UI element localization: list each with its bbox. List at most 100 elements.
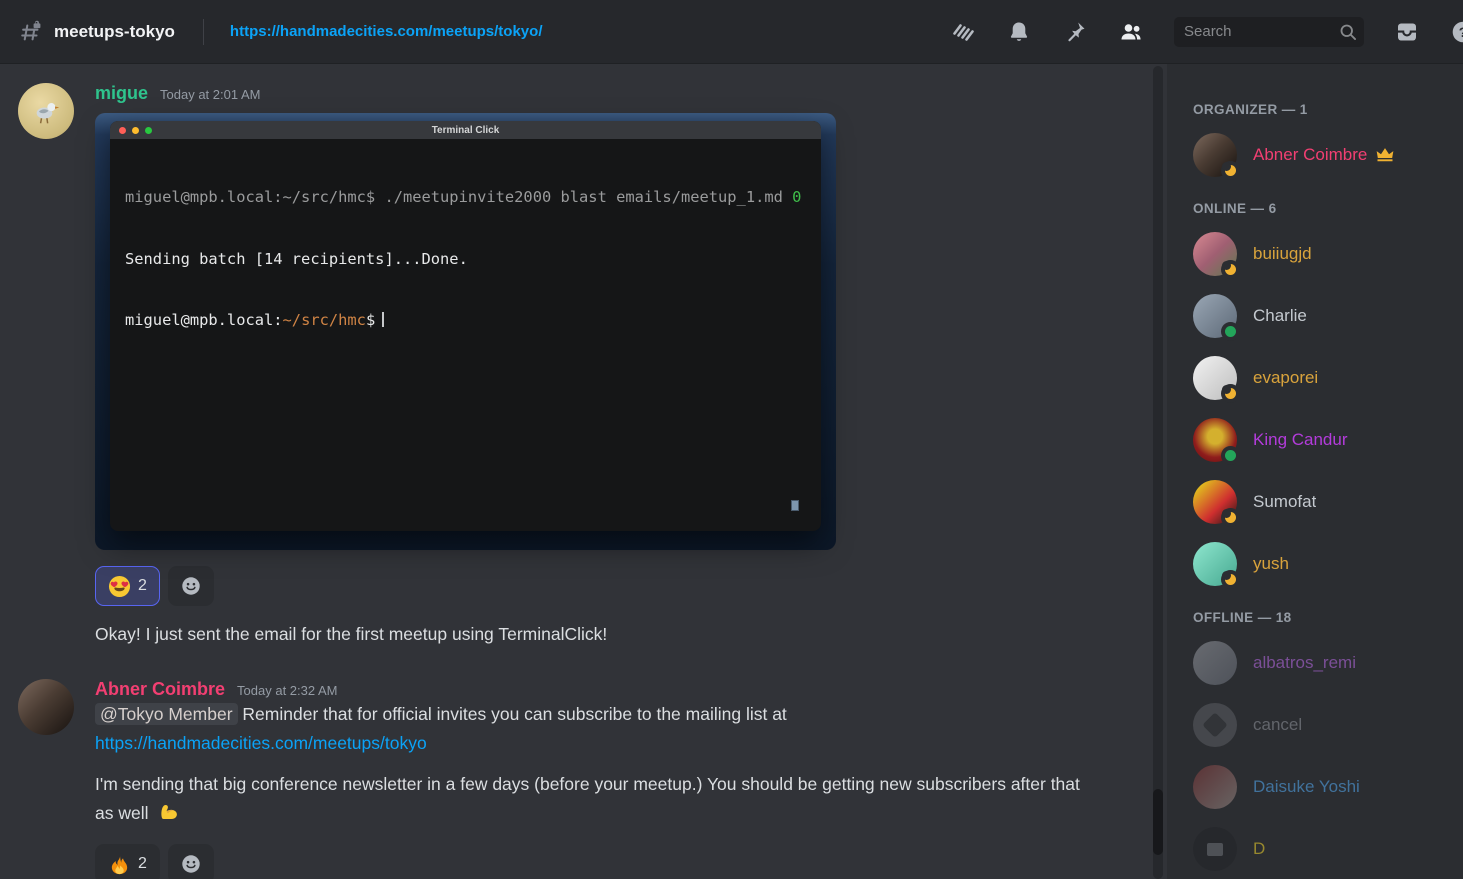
- member-name: evaporei: [1253, 368, 1318, 388]
- terminal-titlebar: Terminal Click: [110, 121, 821, 139]
- member-avatar: [1193, 133, 1237, 177]
- author-name[interactable]: Abner Coimbre: [95, 679, 225, 700]
- chat-scrollbar-thumb[interactable]: [1153, 789, 1163, 855]
- status-online-badge: [1221, 446, 1240, 465]
- channel-name: meetups-tokyo: [54, 22, 175, 42]
- terminal-window: Terminal Click miguel@mpb.local:~/src/hm…: [110, 121, 821, 531]
- member-avatar: [1193, 356, 1237, 400]
- author-name[interactable]: migue: [95, 83, 148, 104]
- member-name: Charlie: [1253, 306, 1307, 326]
- message-text: Okay! I just sent the email for the firs…: [95, 620, 1095, 649]
- terminal-title: Terminal Click: [110, 125, 821, 136]
- robot-logo: [1207, 843, 1223, 856]
- member-row[interactable]: Charlie: [1193, 294, 1455, 338]
- svg-text:?: ?: [1459, 23, 1463, 39]
- member-group-header: OFFLINE — 18: [1193, 610, 1455, 625]
- member-avatar: [1193, 827, 1237, 871]
- member-name: Daisuke Yoshi: [1253, 777, 1360, 797]
- member-row[interactable]: buiiugjd: [1193, 232, 1455, 276]
- member-name: King Candur: [1253, 430, 1348, 450]
- terminal-screenshot-attachment[interactable]: Terminal Click miguel@mpb.local:~/src/hm…: [95, 113, 836, 550]
- member-group: OFFLINE — 18 albatros_remicancel Daisuke Y…: [1193, 610, 1455, 871]
- member-avatar: [1193, 765, 1237, 809]
- member-name: buiiugjd: [1253, 244, 1312, 264]
- terminal-resize-grip: [791, 500, 799, 511]
- status-idle-badge: [1221, 384, 1240, 403]
- member-row[interactable]: King Candur: [1193, 418, 1455, 462]
- discord-app: meetups-tokyo https://handmadecities.com…: [0, 0, 1463, 879]
- avatar-abner[interactable]: [18, 679, 74, 735]
- member-name: D: [1253, 839, 1265, 859]
- member-name: albatros_remi: [1253, 653, 1356, 673]
- chat-area: migue Today at 2:01 AM Terminal Click: [0, 64, 1167, 879]
- message-text: @Tokyo Member Reminder that for official…: [95, 700, 1095, 758]
- terminal-cursor: [382, 312, 384, 327]
- threads-button[interactable]: [950, 19, 976, 45]
- member-list: ORGANIZER — 1 Abner Coimbre ONLINE — 6 buii…: [1167, 64, 1463, 879]
- search-icon: [1338, 22, 1358, 42]
- member-avatar: [1193, 703, 1237, 747]
- member-avatar: [1193, 232, 1237, 276]
- avatar-migue[interactable]: [18, 83, 74, 139]
- status-idle-badge: [1221, 161, 1240, 180]
- reaction-fire[interactable]: 2: [95, 844, 160, 879]
- status-idle-badge: [1221, 260, 1240, 279]
- help-button[interactable]: ?: [1450, 19, 1463, 45]
- member-group-header: ONLINE — 6: [1193, 201, 1455, 216]
- channel-header: meetups-tokyo https://handmadecities.com…: [0, 0, 1463, 64]
- reactions-row: 2: [95, 566, 1133, 606]
- member-avatar: [1193, 294, 1237, 338]
- message-timestamp: Today at 2:32 AM: [237, 683, 337, 698]
- status-idle-badge: [1221, 508, 1240, 527]
- reactions-row: 2: [95, 844, 1133, 879]
- member-row[interactable]: evaporei: [1193, 356, 1455, 400]
- channel-topic-link[interactable]: https://handmadecities.com/meetups/tokyo…: [230, 23, 543, 40]
- add-reaction-button[interactable]: [168, 566, 214, 606]
- member-row[interactable]: yush: [1193, 542, 1455, 586]
- role-mention: @Tokyo Member: [95, 703, 238, 725]
- member-list-toggle-button[interactable]: [1118, 19, 1144, 45]
- member-name: Abner Coimbre: [1253, 145, 1367, 165]
- member-name: Sumofat: [1253, 492, 1316, 512]
- reaction-heart-eyes[interactable]: 2: [95, 566, 160, 606]
- channel-hash-lock-icon: [18, 19, 44, 45]
- status-online-badge: [1221, 322, 1240, 341]
- terminal-output: miguel@mpb.local:~/src/hmc$ ./meetupinvi…: [110, 139, 821, 379]
- owner-crown-icon: [1367, 145, 1395, 165]
- message-link[interactable]: https://handmadecities.com/meetups/tokyo: [95, 733, 427, 753]
- bird-avatar-art: [28, 93, 64, 129]
- member-avatar: [1193, 542, 1237, 586]
- search-input[interactable]: [1174, 17, 1364, 47]
- member-row[interactable]: Abner Coimbre: [1193, 133, 1455, 177]
- member-row[interactable]: Sumofat: [1193, 480, 1455, 524]
- diamond-logo: [1202, 712, 1227, 737]
- message-abner: Abner Coimbre Today at 2:32 AM @Tokyo Me…: [0, 679, 1149, 879]
- member-name: cancel: [1253, 715, 1302, 735]
- member-row[interactable]: D: [1193, 827, 1455, 871]
- member-name: yush: [1253, 554, 1289, 574]
- member-avatar: [1193, 641, 1237, 685]
- inbox-button[interactable]: [1394, 19, 1420, 45]
- chat-scrollbar: [1151, 64, 1167, 879]
- message-migue: migue Today at 2:01 AM Terminal Click: [0, 83, 1149, 649]
- member-row[interactable]: cancel: [1193, 703, 1455, 747]
- reaction-count: 2: [138, 855, 147, 873]
- pinned-messages-button[interactable]: [1062, 19, 1088, 45]
- member-group: ORGANIZER — 1 Abner Coimbre: [1193, 102, 1455, 177]
- chat-scrollbar-track: [1153, 66, 1163, 879]
- add-reaction-button[interactable]: [168, 844, 214, 879]
- member-avatar: [1193, 418, 1237, 462]
- reaction-count: 2: [138, 577, 147, 595]
- message-text-2: I'm sending that big conference newslett…: [95, 770, 1095, 828]
- member-row[interactable]: albatros_remi: [1193, 641, 1455, 685]
- message-text-fragment: Reminder that for official invites you c…: [242, 704, 786, 724]
- flex-emoji: [157, 799, 181, 823]
- message-timestamp: Today at 2:01 AM: [160, 87, 260, 102]
- member-group-header: ORGANIZER — 1: [1193, 102, 1455, 117]
- member-avatar: [1193, 480, 1237, 524]
- header-divider: [203, 19, 204, 45]
- search-box: [1174, 17, 1364, 47]
- status-idle-badge: [1221, 570, 1240, 589]
- notifications-bell-button[interactable]: [1006, 19, 1032, 45]
- member-row[interactable]: Daisuke Yoshi: [1193, 765, 1455, 809]
